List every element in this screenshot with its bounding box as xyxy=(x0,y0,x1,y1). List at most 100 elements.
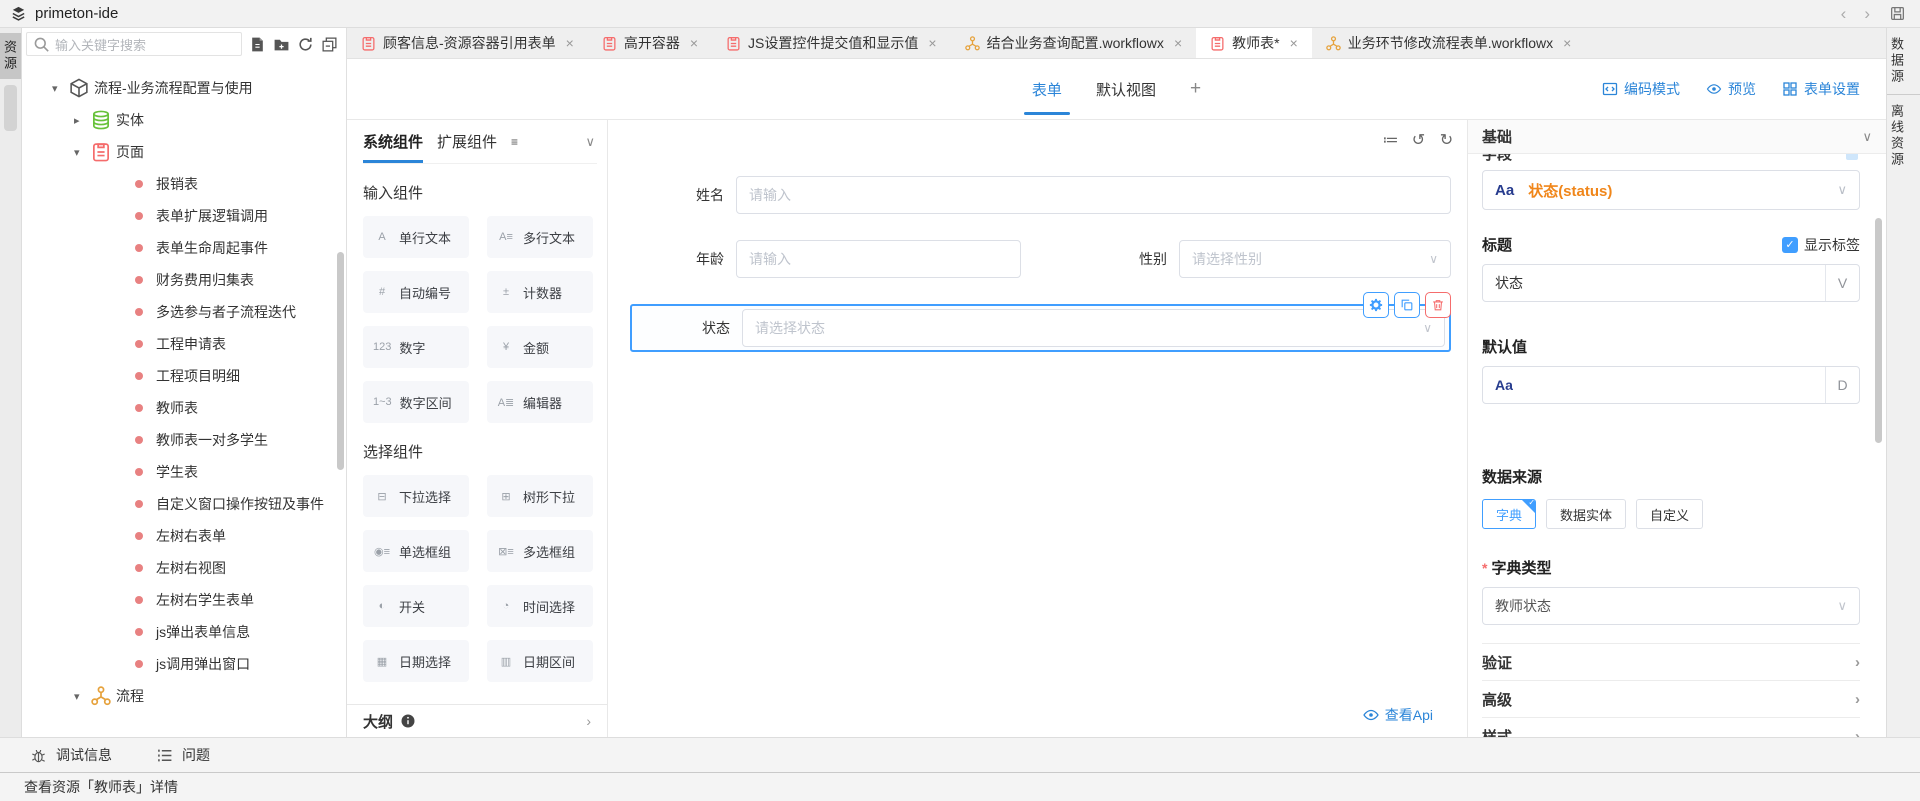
default-value-input[interactable]: Aa xyxy=(1483,377,1825,393)
close-icon[interactable]: × xyxy=(1174,35,1182,51)
age-input[interactable]: 请输入 xyxy=(736,240,1021,278)
status-select[interactable]: 请选择状态 ∨ xyxy=(742,309,1445,347)
save-layout-icon[interactable] xyxy=(1889,5,1906,22)
component-button[interactable]: A≣ 编辑器 xyxy=(487,381,593,423)
copy-field-button[interactable] xyxy=(1394,292,1420,318)
tab-default-view[interactable]: 默认视图 xyxy=(1096,59,1156,119)
tree-item[interactable]: 教师表 xyxy=(22,392,336,424)
section-basic[interactable]: 基础 ∨ xyxy=(1468,120,1886,154)
tree-item[interactable]: 左树右视图 xyxy=(22,552,336,584)
tree-item[interactable]: js弹出表单信息 xyxy=(22,616,336,648)
tab-extended-components[interactable]: 扩展组件 xyxy=(437,120,497,163)
tree-item[interactable]: 表单扩展逻辑调用 xyxy=(22,200,336,232)
component-button[interactable]: ▦ 日期选择 xyxy=(363,640,469,682)
show-label-toggle[interactable]: ✓ 显示标签 xyxy=(1782,235,1860,255)
view-action-button[interactable]: 预览 xyxy=(1706,79,1756,99)
field-settings-button[interactable] xyxy=(1363,292,1389,318)
new-folder-icon[interactable] xyxy=(273,36,290,53)
tree-item[interactable]: 报销表 xyxy=(22,168,336,200)
tree-item[interactable]: 多选参与者子流程迭代 xyxy=(22,296,336,328)
tree-item[interactable]: 左树右表单 xyxy=(22,520,336,552)
component-button[interactable]: ⊞ 树形下拉 xyxy=(487,475,593,517)
component-button[interactable]: ¥ 金额 xyxy=(487,326,593,368)
search-input[interactable]: 输入关键字搜索 xyxy=(26,32,242,56)
expand-arrow-icon[interactable]: ▸ xyxy=(74,114,91,127)
delete-field-button[interactable] xyxy=(1425,292,1451,318)
gender-select[interactable]: 请选择性别 ∨ xyxy=(1179,240,1451,278)
editor-tab[interactable]: 结合业务查询配置.workflowx × xyxy=(951,28,1197,58)
component-button[interactable]: 123 数字 xyxy=(363,326,469,368)
view-api-link[interactable]: 查看Api xyxy=(1363,705,1433,725)
tree-item[interactable]: 工程申请表 xyxy=(22,328,336,360)
datasource-option-button[interactable]: 自定义 xyxy=(1636,499,1703,529)
undo-icon[interactable]: ↺ xyxy=(1410,132,1427,149)
collapsed-section[interactable]: 验证 › xyxy=(1482,643,1860,680)
component-button[interactable]: ◔ 时间选择 xyxy=(487,585,593,627)
collapsed-section[interactable]: 高级 › xyxy=(1482,680,1860,717)
close-icon[interactable]: × xyxy=(1563,35,1571,51)
right-bar-tab[interactable]: 数据源 xyxy=(1887,28,1920,94)
editor-tab[interactable]: 高开容器 × xyxy=(588,28,712,58)
tree-item[interactable]: 学生表 xyxy=(22,456,336,488)
component-button[interactable]: ⊟ 下拉选择 xyxy=(363,475,469,517)
datasource-option-button[interactable]: 数据实体 xyxy=(1546,499,1626,529)
field-row-status-selected[interactable]: 状态 请选择状态 ∨ xyxy=(630,304,1451,352)
component-button[interactable]: ▥ 日期区间 xyxy=(487,640,593,682)
component-button[interactable]: ◐ 开关 xyxy=(363,585,469,627)
tab-system-components[interactable]: 系统组件 xyxy=(363,120,423,163)
dict-type-select[interactable]: 教师状态 ∨ xyxy=(1482,587,1860,625)
activity-bar-handle[interactable] xyxy=(4,85,17,131)
editor-tab[interactable]: 顾客信息-资源容器引用表单 × xyxy=(347,28,588,58)
bottom-panel-tab[interactable]: 问题 xyxy=(156,745,210,765)
chevron-right-icon[interactable]: › xyxy=(586,713,591,729)
tree-item[interactable]: js调用弹出窗口 xyxy=(22,648,336,680)
right-bar-tab[interactable]: 离线资源 xyxy=(1887,94,1920,177)
name-input[interactable]: 请输入 xyxy=(736,176,1451,214)
expand-arrow-icon[interactable]: ▾ xyxy=(52,82,69,95)
tree-item[interactable]: ▾ 页面 xyxy=(22,136,336,168)
sidebar-scrollbar[interactable] xyxy=(337,252,344,470)
component-button[interactable]: ⊠≡ 多选框组 xyxy=(487,530,593,572)
component-button[interactable]: 1~3 数字区间 xyxy=(363,381,469,423)
redo-icon[interactable]: ↻ xyxy=(1438,132,1455,149)
editor-tab[interactable]: 业务环节修改流程表单.workflowx × xyxy=(1312,28,1586,58)
bottom-panel-tab[interactable]: 调试信息 xyxy=(30,745,112,765)
close-icon[interactable]: × xyxy=(1290,35,1298,51)
collapse-all-icon[interactable] xyxy=(321,36,338,53)
tree-item[interactable]: 左树右学生表单 xyxy=(22,584,336,616)
component-button[interactable]: A≡ 多行文本 xyxy=(487,216,593,258)
panel-menu-icon[interactable]: ≡ xyxy=(511,135,518,149)
tree-item[interactable]: 教师表一对多学生 xyxy=(22,424,336,456)
datasource-option-button[interactable]: 字典 xyxy=(1482,499,1536,529)
component-button[interactable]: ◉≡ 单选框组 xyxy=(363,530,469,572)
tree-item[interactable]: 工程项目明细 xyxy=(22,360,336,392)
editor-tab[interactable]: 教师表* × xyxy=(1196,28,1312,58)
expand-arrow-icon[interactable]: ▾ xyxy=(74,146,91,159)
title-input[interactable]: 状态 xyxy=(1483,273,1825,293)
nav-back-icon[interactable]: ‹ xyxy=(1841,5,1847,22)
activity-tab-resources[interactable]: 资源 xyxy=(0,33,21,79)
tree-item[interactable]: ▾ 流程-业务流程配置与使用 xyxy=(22,72,336,104)
import-resource-icon[interactable] xyxy=(249,36,266,53)
component-button[interactable]: ± 计数器 xyxy=(487,271,593,313)
properties-scrollbar[interactable] xyxy=(1875,218,1882,443)
chevron-down-icon[interactable]: ∨ xyxy=(585,134,595,150)
tree-item[interactable]: ▸ 实体 xyxy=(22,104,336,136)
component-button[interactable]: A 单行文本 xyxy=(363,216,469,258)
component-button[interactable]: # 自动编号 xyxy=(363,271,469,313)
close-icon[interactable]: × xyxy=(690,35,698,51)
tab-form[interactable]: 表单 xyxy=(1032,59,1062,119)
checkbox-checked-icon[interactable]: ✓ xyxy=(1782,237,1798,253)
editor-tab[interactable]: JS设置控件提交值和显示值 × xyxy=(712,28,951,58)
nav-forward-icon[interactable]: › xyxy=(1864,5,1870,22)
refresh-icon[interactable] xyxy=(297,36,314,53)
tree-item[interactable]: ▾ 流程 xyxy=(22,680,336,712)
close-icon[interactable]: × xyxy=(928,35,936,51)
title-input-addon[interactable]: V xyxy=(1825,265,1859,301)
outline-section[interactable]: 大纲 › xyxy=(347,704,607,737)
view-action-button[interactable]: 表单设置 xyxy=(1782,79,1860,99)
default-input-addon[interactable]: D xyxy=(1825,367,1859,403)
tree-item[interactable]: 财务费用归集表 xyxy=(22,264,336,296)
tree-item[interactable]: 表单生命周起事件 xyxy=(22,232,336,264)
bound-field-selector[interactable]: Aa 状态(status) ∨ xyxy=(1482,170,1860,210)
